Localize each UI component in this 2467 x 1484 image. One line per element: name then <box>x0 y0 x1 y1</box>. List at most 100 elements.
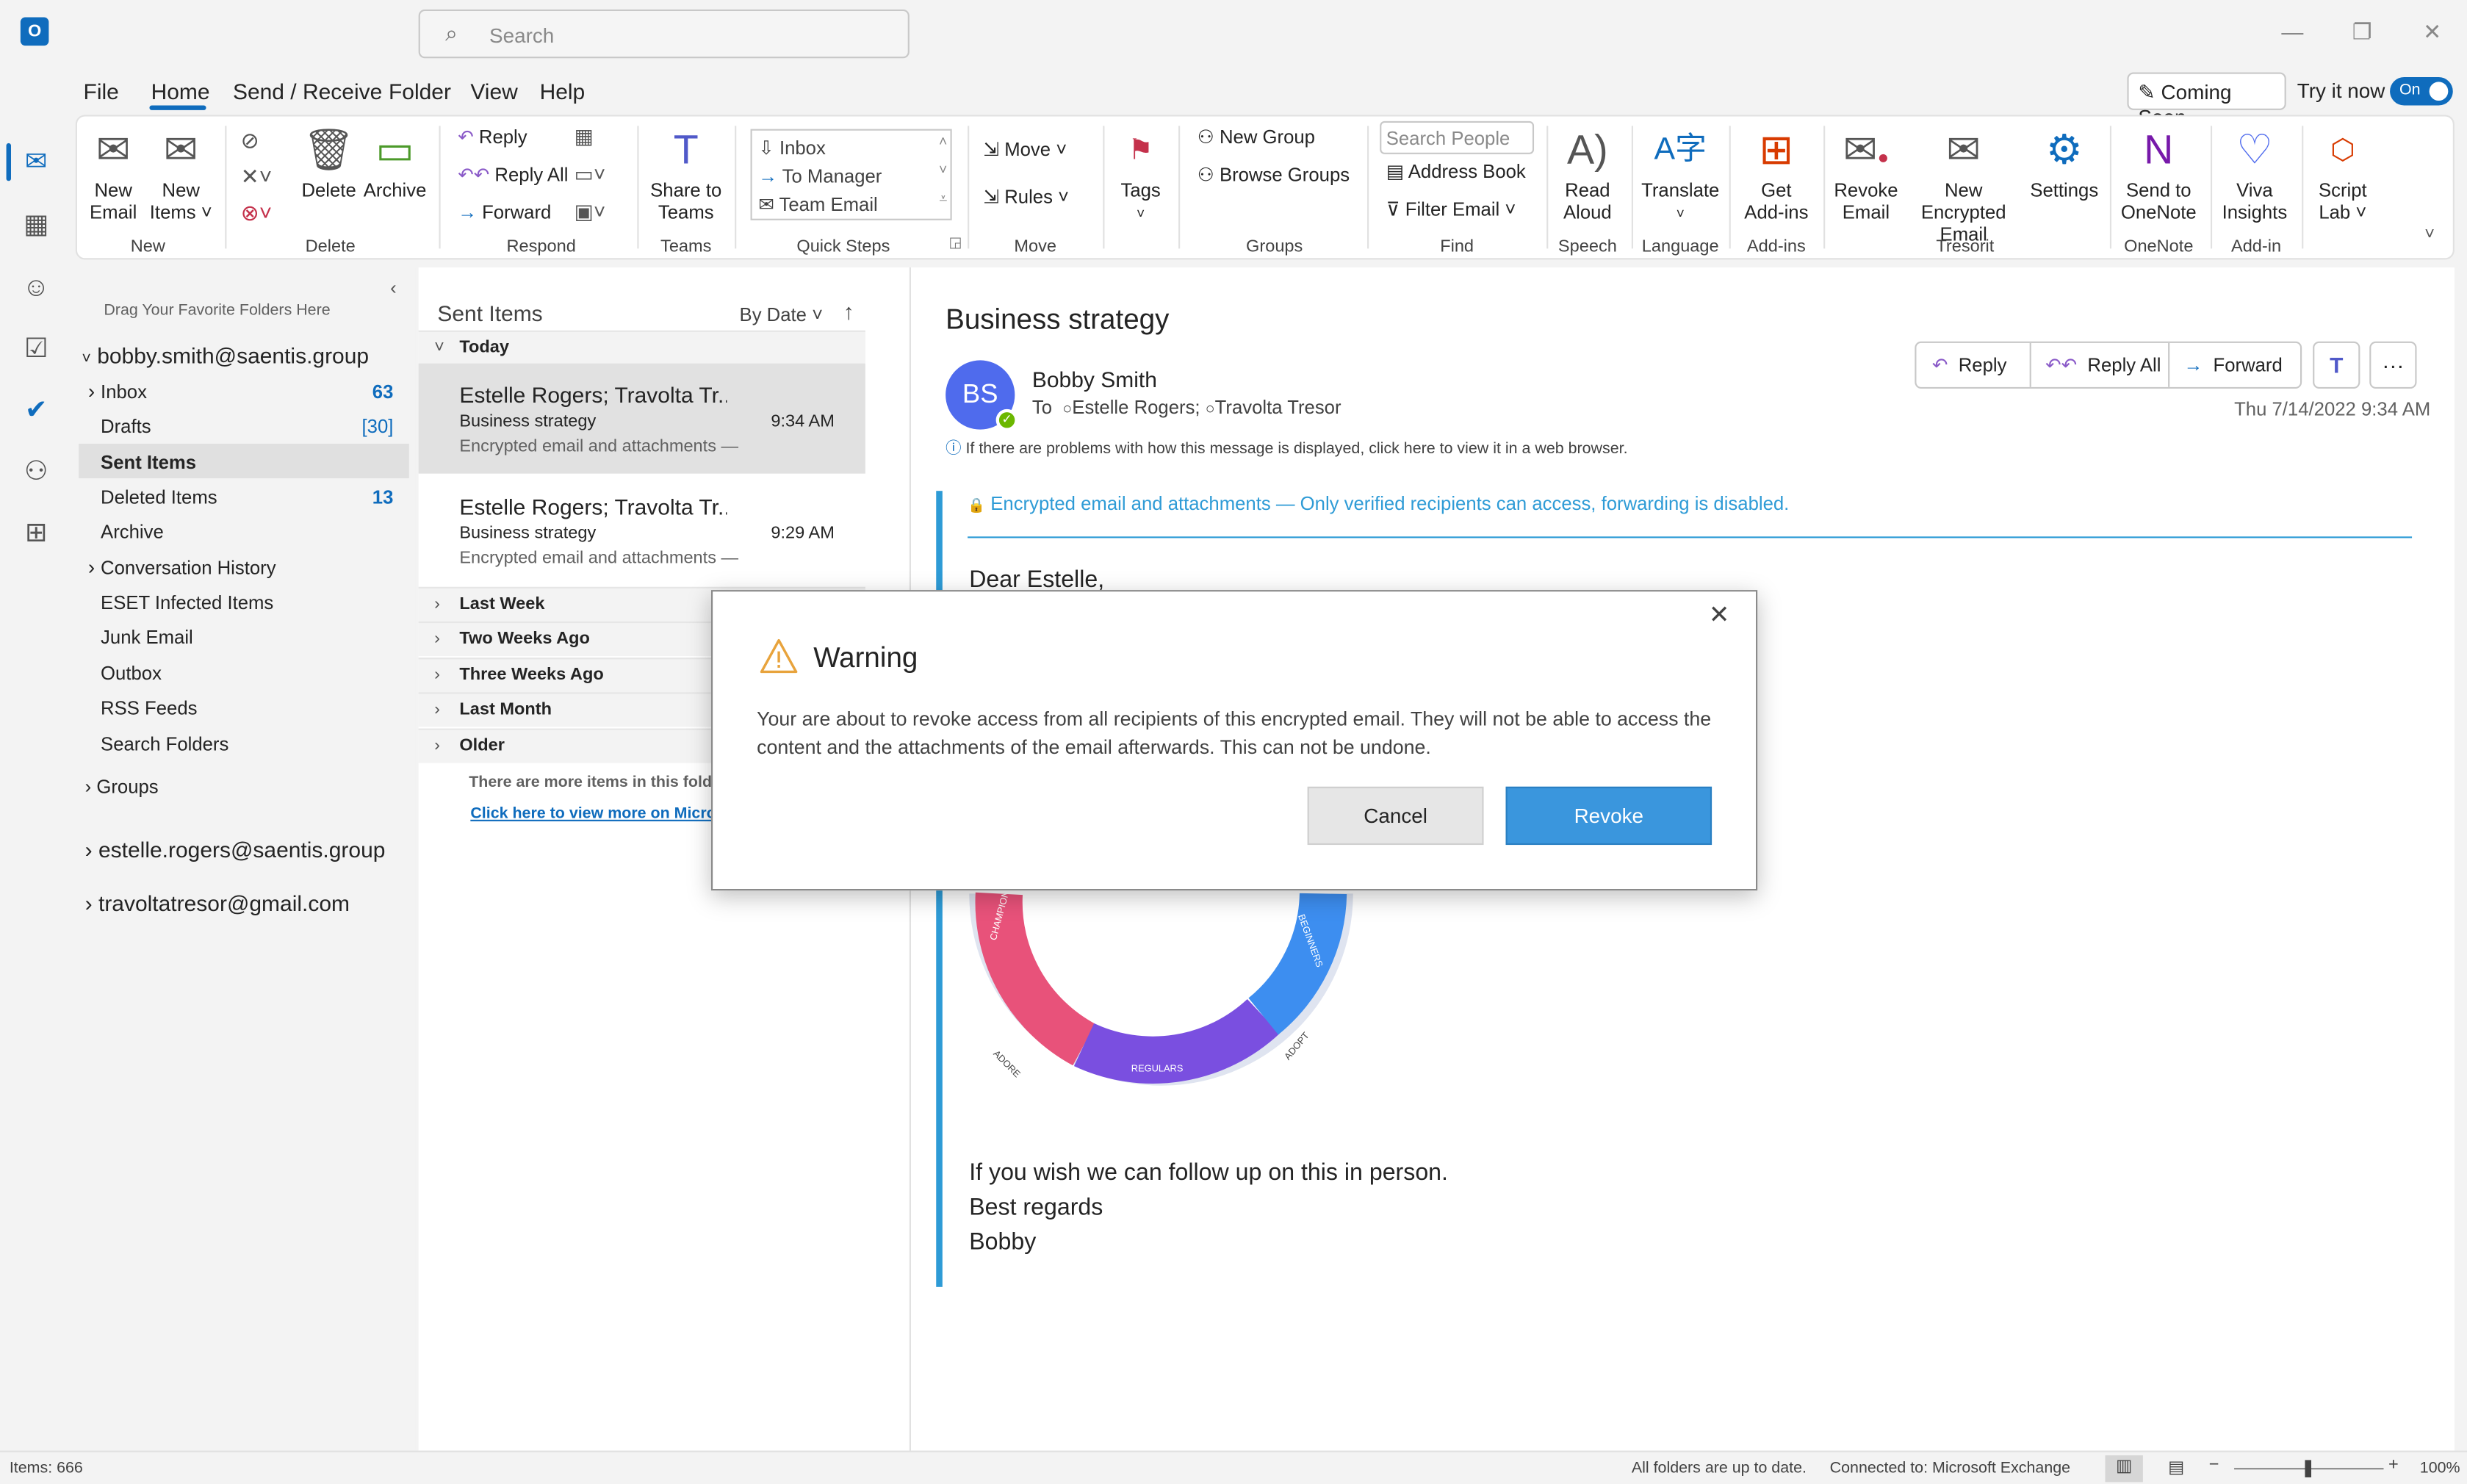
folder-item-search-folders[interactable]: Search Folders <box>76 733 409 765</box>
reading-forward-button[interactable]: → Forward <box>2184 354 2283 376</box>
close-window-icon[interactable]: ✕ <box>2423 19 2441 46</box>
collapse-ribbon-icon[interactable]: ˅ <box>2424 226 2435 244</box>
reply-button[interactable]: ↶ Reply <box>458 126 527 148</box>
zoom-in-icon[interactable]: + <box>2388 1455 2399 1474</box>
translate-button[interactable]: A字 Translate ˅ <box>1641 126 1720 225</box>
folder-item-sent-items[interactable]: Sent Items <box>76 452 409 483</box>
junk-icon[interactable]: ⊗˅ <box>241 201 273 223</box>
chevron-right-icon[interactable]: › <box>88 379 95 403</box>
script-lab-button[interactable]: ⬡ Script Lab ˅ <box>2308 126 2377 223</box>
calendar-icon[interactable]: ▦ <box>19 208 54 242</box>
rules-button[interactable]: ⇲ Rules ˅ <box>983 186 1069 208</box>
menu-folder[interactable]: Folder <box>389 79 451 104</box>
sender-name[interactable]: Bobby Smith <box>1032 367 1157 392</box>
account-estelle[interactable]: › estelle.rogers@saentis.group <box>85 837 386 862</box>
apps-icon[interactable]: ⊞ <box>19 516 54 550</box>
account-travolta[interactable]: › travoltatresor@gmail.com <box>85 890 350 915</box>
view-more-link[interactable]: Click here to view more on Micro <box>470 805 716 823</box>
cleanup-icon[interactable]: ✕˅ <box>241 165 273 187</box>
new-items-button[interactable]: ✉ New Items ˅ <box>149 126 212 223</box>
folder-item-drafts[interactable]: Drafts [30] <box>76 415 409 447</box>
filter-email-button[interactable]: ⊽ Filter Email ˅ <box>1386 198 1516 220</box>
mail-icon[interactable]: ✉ <box>19 145 54 179</box>
address-book-button[interactable]: ▤ Address Book <box>1386 160 1526 182</box>
forward-button[interactable]: → Forward <box>458 201 551 223</box>
recipient-estelle[interactable]: Estelle Rogers; <box>1072 397 1200 419</box>
menu-home[interactable]: Home <box>151 79 210 104</box>
recipient-travolta[interactable]: Travolta Tresor <box>1215 397 1341 419</box>
chevron-down-icon[interactable]: ˅ <box>939 162 947 178</box>
dialog-close-icon[interactable]: ✕ <box>1709 599 1730 631</box>
folder-item-inbox[interactable]: › Inbox 63 <box>76 379 409 412</box>
menu-file[interactable]: File <box>84 79 119 104</box>
normal-view-icon[interactable]: ▥ <box>2105 1455 2143 1483</box>
chevron-up-icon[interactable]: ˄ <box>939 134 947 149</box>
folder-item-eset-infected-items[interactable]: ESET Infected Items <box>76 591 409 623</box>
tresorit-settings-button[interactable]: ⚙ Settings <box>2028 126 2101 201</box>
delete-button[interactable]: 🗑 Delete <box>300 126 357 201</box>
new-encrypted-email-button[interactable]: ✉ New Encrypted Email <box>1902 126 2025 245</box>
tasks-icon[interactable]: ☑ <box>19 332 54 367</box>
zoom-out-icon[interactable]: − <box>2209 1455 2219 1474</box>
reply-all-button[interactable]: ↶↶ Reply All <box>458 164 568 186</box>
reading-view-icon[interactable]: ▤ <box>2168 1457 2184 1477</box>
people-icon[interactable]: ☺ <box>19 270 54 305</box>
message-item[interactable]: Estelle Rogers; Travolta Tr... Business … <box>418 363 865 474</box>
folder-item-outbox[interactable]: Outbox <box>76 663 409 694</box>
read-aloud-button[interactable]: A) Read Aloud <box>1559 126 1616 223</box>
quick-step-manager[interactable]: → To Manager <box>758 165 882 187</box>
share-to-teams-button[interactable]: T Share to Teams <box>649 126 722 223</box>
dialog-launcher-icon[interactable]: ◲ <box>948 235 962 250</box>
folder-item-archive[interactable]: Archive <box>76 521 409 552</box>
sort-by-date-button[interactable]: By Date ˅ <box>740 303 824 325</box>
quick-steps-gallery[interactable]: ⇩ Inbox → To Manager ✉ Team Email ˄ ˅ ⩡ <box>750 129 952 220</box>
collapse-pane-icon[interactable]: ‹ <box>390 277 397 299</box>
minimize-icon[interactable]: — <box>2281 19 2303 44</box>
account-main[interactable]: ˅ bobby.smith@saentis.group <box>82 343 369 368</box>
display-problem-notice[interactable]: ⓘ If there are problems with how this me… <box>946 434 1627 458</box>
groups-rail-icon[interactable]: ⚇ <box>19 455 54 489</box>
send-to-onenote-button[interactable]: N Send to OneNote <box>2116 126 2201 223</box>
move-button[interactable]: ⇲ Move ˅ <box>983 138 1067 160</box>
quick-step-team[interactable]: ✉ Team Email <box>758 193 877 215</box>
coming-soon-button[interactable]: ✎ Coming Soon <box>2127 72 2286 129</box>
todo-icon[interactable]: ✔ <box>19 393 54 428</box>
new-email-button[interactable]: ✉ New Email <box>87 126 140 223</box>
chevron-right-icon[interactable]: › <box>88 555 95 579</box>
message-item[interactable]: Estelle Rogers; Travolta Tr... Business … <box>419 475 865 586</box>
sort-direction-icon[interactable]: ↑ <box>843 299 854 324</box>
new-group-button[interactable]: ⚇ New Group <box>1198 126 1315 148</box>
quick-step-inbox[interactable]: ⇩ Inbox <box>758 137 826 159</box>
reading-reply-button[interactable]: ↶ Reply <box>1932 354 2007 376</box>
try-it-toggle[interactable]: On <box>2390 76 2453 106</box>
more-respond-icon[interactable]: ▣˅ <box>575 201 606 222</box>
menu-help[interactable]: Help <box>540 79 586 104</box>
viva-insights-button[interactable]: ♡ Viva Insights <box>2220 126 2289 223</box>
cancel-button[interactable]: Cancel <box>1307 786 1484 846</box>
teams-share-icon[interactable]: T <box>2313 341 2360 389</box>
revoke-button[interactable]: Revoke <box>1505 786 1713 846</box>
more-actions-icon[interactable]: ··· <box>2369 341 2417 389</box>
folder-item-deleted-items[interactable]: Deleted Items 13 <box>76 486 409 518</box>
folder-item-conversation-history[interactable]: › Conversation History <box>76 555 409 588</box>
revoke-email-button[interactable]: ✉● Revoke Email <box>1833 126 1899 223</box>
browse-groups-button[interactable]: ⚇ Browse Groups <box>1198 164 1350 186</box>
ignore-icon[interactable]: ⊘ <box>241 129 259 151</box>
restore-icon[interactable]: ❐ <box>2352 19 2372 46</box>
search-people-input[interactable]: Search People <box>1380 120 1535 154</box>
get-addins-button[interactable]: ⊞ Get Add-ins <box>1742 126 1811 223</box>
expand-gallery-icon[interactable]: ⩡ <box>939 190 947 208</box>
tags-button[interactable]: ⚑ Tags ˅ <box>1115 126 1166 225</box>
reading-reply-all-button[interactable]: ↶↶ Reply All <box>2045 354 2161 376</box>
im-icon[interactable]: ▭˅ <box>575 164 606 184</box>
group-today[interactable]: ˅ Today <box>418 330 865 365</box>
archive-button[interactable]: ▭ Archive <box>364 126 427 201</box>
groups-node[interactable]: › Groups <box>85 776 159 798</box>
search-box[interactable]: ⌕ Search <box>418 9 910 59</box>
folder-item-rss-feeds[interactable]: RSS Feeds <box>76 697 409 729</box>
menu-send-receive[interactable]: Send / Receive <box>233 79 382 104</box>
menu-view[interactable]: View <box>470 79 517 104</box>
meeting-icon[interactable]: ▦ <box>575 126 594 146</box>
folder-item-junk-email[interactable]: Junk Email <box>76 626 409 658</box>
zoom-slider-thumb[interactable] <box>2305 1460 2312 1477</box>
